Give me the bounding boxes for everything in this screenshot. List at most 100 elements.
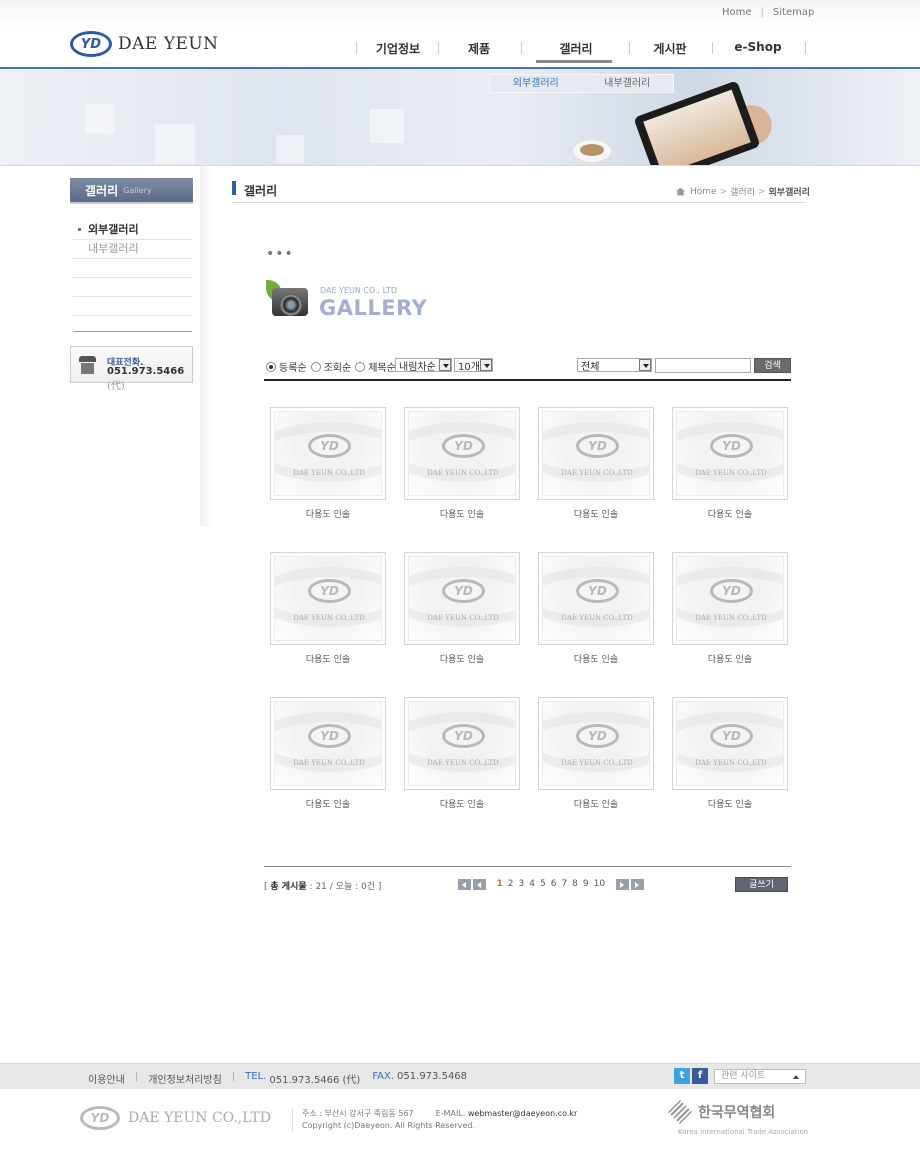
- gallery-thumbnail[interactable]: YD DAE YEUN CO.,LTD: [404, 552, 520, 645]
- gallery-thumbnail[interactable]: YD DAE YEUN CO.,LTD: [270, 552, 386, 645]
- gallery-thumbnail[interactable]: YD DAE YEUN CO.,LTD: [538, 552, 654, 645]
- next-page-icon[interactable]: [615, 878, 629, 890]
- breadcrumb-gallery[interactable]: 갤러리: [730, 185, 755, 198]
- nav-divider: [629, 42, 630, 54]
- thumbnail-watermark: DAE YEUN CO.,LTD: [695, 469, 767, 477]
- page-number[interactable]: 8: [572, 879, 578, 889]
- sns-links: t f: [674, 1068, 710, 1084]
- gallery-thumbnail[interactable]: YD DAE YEUN CO.,LTD: [672, 407, 788, 500]
- nav-products[interactable]: 제품: [444, 40, 514, 57]
- last-page-icon[interactable]: [630, 878, 644, 890]
- nav-company[interactable]: 기업정보: [364, 40, 432, 57]
- breadcrumb-home[interactable]: Home: [690, 187, 717, 197]
- gallery-caption[interactable]: 다용도 인솔: [404, 797, 520, 810]
- order-select[interactable]: 내림차순: [395, 358, 452, 373]
- gallery-caption[interactable]: 다용도 인솔: [672, 507, 788, 520]
- nav-gallery[interactable]: 갤러리: [538, 40, 614, 57]
- page-number[interactable]: 2: [508, 879, 514, 889]
- list-rule: [264, 866, 791, 867]
- gallery-thumbnail[interactable]: YD DAE YEUN CO.,LTD: [270, 407, 386, 500]
- nav-divider: [438, 42, 439, 54]
- subnav-internal-gallery[interactable]: 내부갤러리: [582, 75, 674, 92]
- footer-link-privacy[interactable]: 개인정보처리방침: [148, 1071, 222, 1086]
- gallery-caption[interactable]: 다용도 인솔: [538, 652, 654, 665]
- gallery-company: DAE YEUN CO., LTD: [320, 286, 398, 295]
- footer-links: 이용안내 | 개인정보처리방침 | TEL. 051.973.5466 (代) …: [88, 1071, 467, 1086]
- gallery-caption[interactable]: 다용도 인솔: [538, 797, 654, 810]
- chevron-up-icon: [793, 1075, 799, 1079]
- subnav-external-gallery[interactable]: 외부갤러리: [490, 75, 582, 92]
- gallery-caption[interactable]: 다용도 인솔: [270, 797, 386, 810]
- gallery-thumbnail[interactable]: YD DAE YEUN CO.,LTD: [538, 407, 654, 500]
- search-field-select[interactable]: 전체: [577, 358, 652, 373]
- page-number[interactable]: 9: [583, 879, 589, 889]
- radio-icon: [310, 361, 321, 372]
- page-number[interactable]: 1: [497, 879, 503, 889]
- thumbnail-image: YD DAE YEUN CO.,LTD: [676, 411, 784, 496]
- gallery-caption[interactable]: 다용도 인솔: [270, 652, 386, 665]
- gallery-thumbnail[interactable]: YD DAE YEUN CO.,LTD: [538, 697, 654, 790]
- related-sites-select[interactable]: 관련 사이트: [714, 1069, 806, 1084]
- count-select[interactable]: 10개: [454, 358, 493, 373]
- gallery-caption[interactable]: 다용도 인솔: [270, 507, 386, 520]
- page-number[interactable]: 6: [551, 879, 557, 889]
- sidebar-item-internal-gallery[interactable]: 내부갤러리: [73, 240, 192, 259]
- sidebar-empty-row: [73, 259, 192, 278]
- gallery-caption[interactable]: 다용도 인솔: [538, 507, 654, 520]
- sidebar-empty-row: [73, 278, 192, 297]
- placeholder-logo-icon: YD: [710, 579, 753, 603]
- placeholder-logo-icon: YD: [710, 724, 753, 748]
- page-number[interactable]: 4: [529, 879, 535, 889]
- thumbnail-watermark: DAE YEUN CO.,LTD: [427, 614, 499, 622]
- first-page-icon[interactable]: [458, 878, 471, 890]
- thumbnail-watermark: DAE YEUN CO.,LTD: [561, 759, 633, 767]
- twitter-icon[interactable]: t: [674, 1068, 690, 1084]
- sidebar-item-external-gallery[interactable]: 외부갤러리: [73, 221, 192, 240]
- footer-bar: 이용안내 | 개인정보처리방침 | TEL. 051.973.5466 (代) …: [0, 1063, 920, 1089]
- sitemap-link[interactable]: Sitemap: [773, 7, 814, 18]
- placeholder-logo-icon: YD: [308, 434, 351, 458]
- sub-nav: 외부갤러리 내부갤러리: [489, 74, 674, 93]
- search-bar: 등록순 조회순 제목순 내림차순 10개 전체 검색: [266, 358, 791, 376]
- home-link[interactable]: Home: [722, 7, 752, 18]
- gallery-thumbnail[interactable]: YD DAE YEUN CO.,LTD: [404, 697, 520, 790]
- page-number[interactable]: 7: [561, 879, 567, 889]
- footer-email[interactable]: webmaster@daeyeon.co.kr: [468, 1109, 577, 1118]
- site-logo[interactable]: YD DAE YEUN: [70, 30, 219, 58]
- thumbnail-watermark: DAE YEUN CO.,LTD: [695, 759, 767, 767]
- footer-info: 주소 : 부산시 강서구 죽림동 567 E-MAIL. webmaster@da…: [302, 1108, 577, 1132]
- page-title: 갤러리: [244, 184, 278, 198]
- thumbnail-image: YD DAE YEUN CO.,LTD: [408, 556, 516, 641]
- gallery-thumbnail[interactable]: YD DAE YEUN CO.,LTD: [404, 407, 520, 500]
- footer-fax-label: FAX.: [372, 1071, 395, 1082]
- placeholder-logo-icon: YD: [308, 724, 351, 748]
- thumbnail-watermark: DAE YEUN CO.,LTD: [561, 614, 633, 622]
- gallery-thumbnail[interactable]: YD DAE YEUN CO.,LTD: [672, 552, 788, 645]
- sort-by-date[interactable]: 등록순: [266, 359, 307, 374]
- sort-radio-group: 등록순 조회순 제목순: [266, 359, 400, 374]
- write-button[interactable]: 글쓰기: [735, 877, 788, 892]
- prev-page-icon[interactable]: [473, 878, 486, 890]
- thumbnail-image: YD DAE YEUN CO.,LTD: [274, 701, 382, 786]
- gallery-caption[interactable]: 다용도 인솔: [404, 652, 520, 665]
- gallery-caption[interactable]: 다용도 인솔: [672, 797, 788, 810]
- nav-board[interactable]: 게시판: [634, 40, 706, 57]
- nav-eshop[interactable]: e-Shop: [722, 40, 794, 54]
- facebook-icon[interactable]: f: [692, 1068, 708, 1084]
- search-button[interactable]: 검색: [754, 358, 791, 373]
- sort-by-views[interactable]: 조회순: [310, 359, 351, 374]
- footer-link-guide[interactable]: 이용안내: [88, 1071, 125, 1086]
- page-number[interactable]: 10: [594, 879, 605, 889]
- placeholder-logo-icon: YD: [710, 434, 753, 458]
- gallery-thumbnail[interactable]: YD DAE YEUN CO.,LTD: [672, 697, 788, 790]
- page-number[interactable]: 5: [540, 879, 546, 889]
- gallery-thumbnail[interactable]: YD DAE YEUN CO.,LTD: [270, 697, 386, 790]
- gallery-caption[interactable]: 다용도 인솔: [672, 652, 788, 665]
- gallery-caption[interactable]: 다용도 인솔: [404, 507, 520, 520]
- sort-by-title[interactable]: 제목순: [355, 359, 396, 374]
- phone-icon: [79, 356, 96, 374]
- page-number[interactable]: 3: [519, 879, 525, 889]
- search-input[interactable]: [655, 358, 751, 373]
- footer-tel-label: TEL.: [245, 1071, 267, 1082]
- thumbnail-image: YD DAE YEUN CO.,LTD: [408, 411, 516, 496]
